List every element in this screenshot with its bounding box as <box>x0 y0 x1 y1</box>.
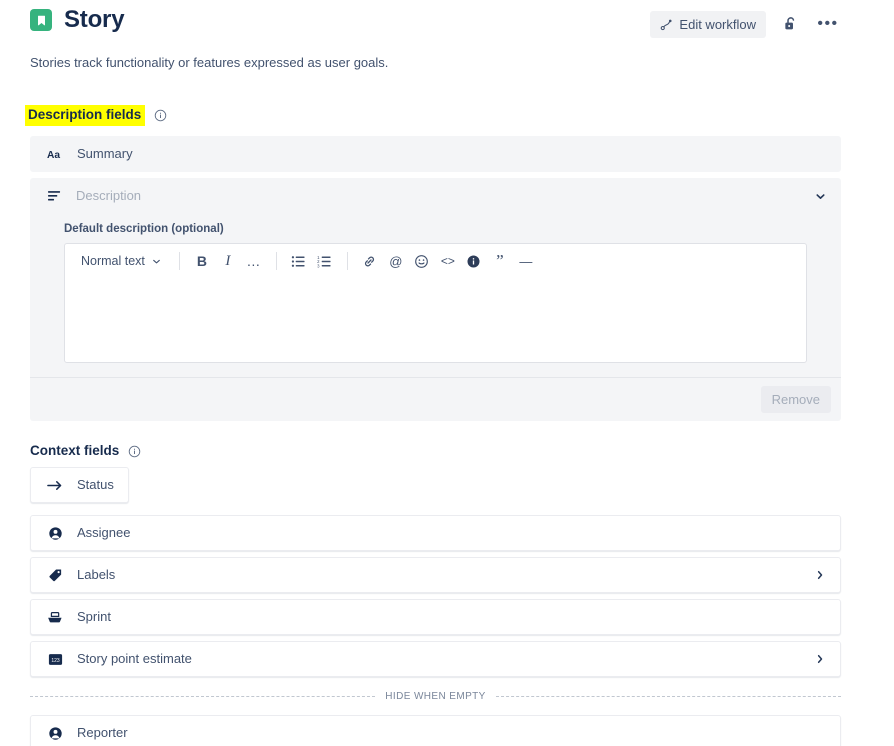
text-style-label: Normal text <box>81 254 145 268</box>
field-label: Description <box>76 188 142 203</box>
field-row-assignee[interactable]: Assignee <box>30 515 841 551</box>
page-title: Story <box>64 6 125 33</box>
person-avatar-icon <box>45 726 65 741</box>
description-fields-title: Description fields <box>25 105 146 126</box>
editor-toolbar: Normal text B I … 1 2 3 @ <> ” — <box>65 244 806 278</box>
number-123-icon: 123 <box>45 653 65 666</box>
divider-line-right <box>495 696 842 697</box>
field-label: Summary <box>77 146 133 161</box>
edit-workflow-label: Edit workflow <box>679 16 756 32</box>
quote-button[interactable]: ” <box>487 248 513 274</box>
link-button[interactable] <box>357 248 383 274</box>
hide-when-empty-label: HIDE WHEN EMPTY <box>385 691 486 702</box>
field-label: Story point estimate <box>77 651 192 666</box>
bulleted-list-button[interactable] <box>286 248 312 274</box>
field-row-summary[interactable]: Aa Summary <box>30 136 841 172</box>
horizontal-rule-button[interactable]: — <box>513 248 539 274</box>
page-header: Story Edit workflow ••• <box>0 0 894 46</box>
description-fields-heading: Description fields <box>25 105 167 126</box>
field-label: Assignee <box>77 525 131 540</box>
field-row-story-point-estimate[interactable]: 123 Story point estimate <box>30 641 841 677</box>
page-title-group: Story <box>30 6 125 34</box>
edit-workflow-button[interactable]: Edit workflow <box>650 10 766 38</box>
issue-type-fields-page: Story Edit workflow ••• Stories track fu… <box>0 0 894 746</box>
field-block-description: Description Default description (optiona… <box>30 178 841 421</box>
divider-line-left <box>30 696 376 697</box>
context-fields-heading: Context fields <box>30 442 141 460</box>
tag-icon <box>45 568 65 583</box>
chevron-down-icon <box>151 256 162 267</box>
story-bookmark-icon <box>30 9 52 31</box>
info-panel-button[interactable] <box>461 248 487 274</box>
field-label: Status <box>77 477 114 492</box>
sprint-icon <box>45 611 65 624</box>
emoji-button[interactable] <box>409 248 435 274</box>
info-circle-icon[interactable] <box>128 445 141 458</box>
more-formatting-button[interactable]: … <box>241 248 267 274</box>
default-description-label: Default description (optional) <box>64 223 224 235</box>
field-row-description[interactable]: Description <box>30 178 841 214</box>
chevron-right-icon[interactable] <box>814 569 826 581</box>
page-subtitle: Stories track functionality or features … <box>30 55 389 70</box>
rich-text-editor[interactable]: Normal text B I … 1 2 3 @ <> ” — <box>64 243 807 363</box>
text-style-dropdown[interactable]: Normal text <box>73 250 170 272</box>
code-button[interactable]: <> <box>435 248 461 274</box>
text-aa-icon: Aa <box>45 148 65 161</box>
field-row-reporter[interactable]: Reporter <box>30 715 841 746</box>
description-lines-icon <box>44 190 64 202</box>
italic-button[interactable]: I <box>215 248 241 274</box>
remove-button[interactable]: Remove <box>760 386 831 413</box>
svg-text:Aa: Aa <box>47 149 60 160</box>
field-label: Labels <box>77 567 116 582</box>
toolbar-divider <box>346 252 348 270</box>
toolbar-divider <box>178 252 180 270</box>
chevron-right-icon[interactable] <box>814 653 826 665</box>
mention-button[interactable]: @ <box>383 248 409 274</box>
description-fields-panel: Aa Summary Description Default descripti… <box>30 136 841 427</box>
arrow-right-icon <box>45 479 65 492</box>
svg-text:123: 123 <box>51 657 60 663</box>
field-row-labels[interactable]: Labels <box>30 557 841 593</box>
bold-button[interactable]: B <box>189 248 215 274</box>
field-label: Reporter <box>77 725 128 740</box>
more-actions-icon[interactable]: ••• <box>814 10 842 38</box>
status-row-wrapper: Status <box>30 467 841 509</box>
description-editor-area: Default description (optional) Normal te… <box>30 222 841 377</box>
field-label: Sprint <box>77 609 111 624</box>
numbered-list-button[interactable]: 1 2 3 <box>312 248 338 274</box>
header-actions: Edit workflow ••• <box>650 10 842 38</box>
info-circle-icon[interactable] <box>154 109 167 122</box>
hide-when-empty-divider: HIDE WHEN EMPTY <box>30 691 842 702</box>
unlock-padlock-icon[interactable] <box>776 10 804 38</box>
description-footer: Remove <box>30 377 841 421</box>
person-avatar-icon <box>45 526 65 541</box>
field-row-status[interactable]: Status <box>30 467 129 503</box>
more-actions-label: ••• <box>817 15 839 32</box>
workflow-branch-icon <box>660 18 673 31</box>
context-fields-title: Context fields <box>30 443 120 458</box>
toolbar-divider <box>275 252 277 270</box>
context-fields-panel: Status Assignee Labels Sprint 123 Story … <box>30 467 842 746</box>
field-row-sprint[interactable]: Sprint <box>30 599 841 635</box>
chevron-down-icon[interactable] <box>814 190 827 203</box>
svg-text:3: 3 <box>317 263 320 268</box>
